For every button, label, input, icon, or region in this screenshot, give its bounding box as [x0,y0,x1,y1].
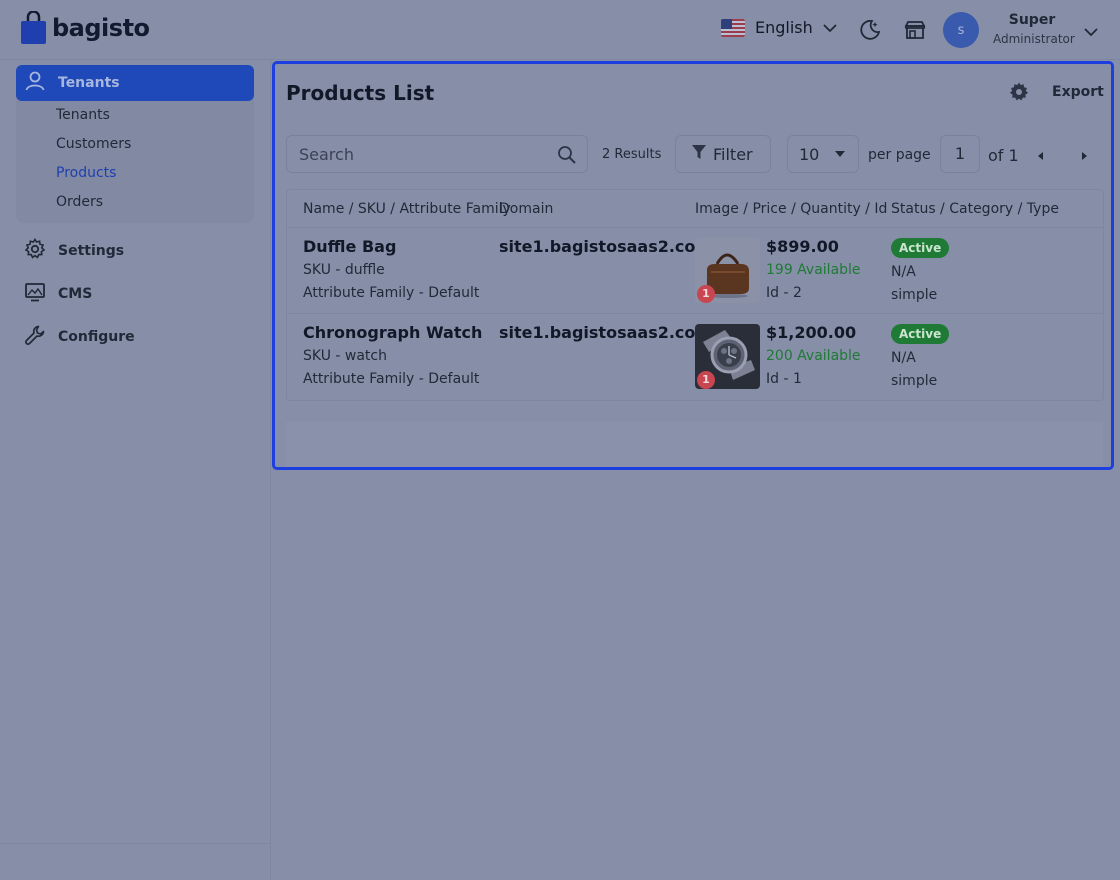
sidebar-item-settings[interactable]: Settings [24,238,124,264]
page-total: of 1 [988,146,1019,165]
next-page-icon[interactable] [1078,147,1090,160]
table-row[interactable]: Duffle Bag SKU - duffle Attribute Family… [287,228,1103,314]
logo-text: bagisto [52,14,150,42]
image-count-badge: 1 [697,371,715,389]
storefront-icon[interactable] [903,18,927,42]
product-domain: site1.bagistosaas2.com [499,237,713,256]
page-title: Products List [286,81,435,105]
table-row[interactable]: Chronograph Watch SKU - watch Attribute … [287,314,1103,400]
product-price: $1,200.00 [766,323,857,342]
wrench-icon [24,324,46,350]
page-number-input[interactable]: 1 [940,135,980,173]
search-box [286,135,588,173]
user-role: Administrator [993,32,1075,46]
product-domain: site1.bagistosaas2.com [499,323,713,342]
user-icon [24,70,46,96]
column-header-status[interactable]: Status / Category / Type [891,201,1059,217]
filter-button[interactable]: Filter [675,135,771,173]
results-count: 2 Results [602,147,662,162]
sidebar-item-configure[interactable]: Configure [24,324,135,350]
sidebar-item-label: CMS [58,286,93,302]
products-table: Name / SKU / Attribute Family Domain Ima… [286,189,1104,401]
per-page-label: per page [868,147,931,163]
sidebar-item-label: Tenants [58,75,120,91]
filter-label: Filter [713,144,753,164]
product-family: Attribute Family - Default [303,285,480,301]
product-id: Id - 1 [766,371,802,387]
sidebar-subitem-products[interactable]: Products [56,165,116,181]
product-price: $899.00 [766,237,839,256]
sidebar-item-cms[interactable]: CMS [24,281,92,307]
user-name: Super [1008,12,1056,28]
sidebar-subitem-tenants[interactable]: Tenants [56,107,110,123]
status-badge: Active [891,324,950,344]
user-avatar[interactable]: s [943,12,979,48]
product-name[interactable]: Duffle Bag [303,237,396,256]
product-type: simple [891,287,938,303]
top-header: bagisto English s Super Administrator [0,0,1120,60]
products-list-panel: Products List Export 2 Results Filter 10… [272,61,1114,470]
chevron-down-icon [823,18,837,37]
sidebar-item-tenants-group[interactable]: Tenants [16,65,254,101]
column-header-domain[interactable]: Domain [499,201,553,217]
caret-down-icon [835,151,845,157]
status-badge: Active [891,238,950,258]
sidebar-item-label: Settings [58,243,125,259]
gear-icon [24,238,46,264]
product-sku: SKU - watch [303,348,387,364]
bagisto-logo[interactable]: bagisto [20,10,150,45]
us-flag-icon [721,18,745,37]
per-page-select[interactable]: 10 [787,135,859,173]
dark-mode-moon-icon[interactable] [858,18,882,42]
product-category: N/A [891,264,916,280]
column-header-name[interactable]: Name / SKU / Attribute Family [303,201,511,217]
sidebar-item-label: Configure [58,329,135,345]
product-quantity: 200 Available [766,348,861,364]
monitor-icon [24,281,46,307]
product-family: Attribute Family - Default [303,371,480,387]
table-footer-area [286,422,1103,467]
product-category: N/A [891,350,916,366]
export-button[interactable]: Export [1052,84,1104,100]
previous-page-icon[interactable] [1035,147,1047,160]
language-label: English [755,18,813,37]
settings-gear-icon[interactable] [1008,81,1030,107]
table-header: Name / SKU / Attribute Family Domain Ima… [287,190,1103,228]
product-quantity: 199 Available [766,262,861,278]
sidebar-subitem-orders[interactable]: Orders [56,194,103,210]
product-sku: SKU - duffle [303,262,385,278]
search-icon[interactable] [557,145,577,169]
sidebar-footer-divider [0,843,271,844]
per-page-value: 10 [799,144,820,164]
search-input[interactable] [287,136,557,172]
funnel-icon [691,144,707,164]
product-id: Id - 2 [766,285,802,301]
shopping-bag-icon [20,10,47,45]
language-selector[interactable]: English [721,18,837,37]
user-menu-chevron-icon[interactable] [1084,22,1098,41]
image-count-badge: 1 [697,285,715,303]
sidebar: Tenants Tenants Customers Products Order… [0,60,271,880]
product-type: simple [891,373,938,389]
column-header-image[interactable]: Image / Price / Quantity / Id [695,201,887,217]
sidebar-subitem-customers[interactable]: Customers [56,136,131,152]
product-name[interactable]: Chronograph Watch [303,323,482,342]
